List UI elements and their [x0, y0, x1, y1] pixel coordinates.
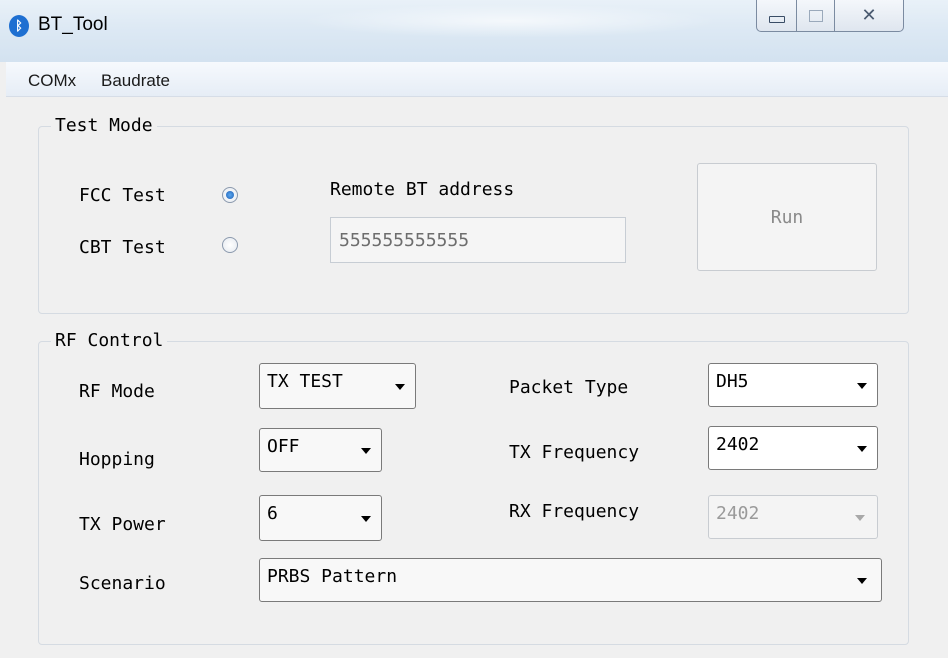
remote-bt-address-value: 555555555555 — [339, 229, 470, 251]
remote-bt-address-field[interactable]: 555555555555 — [330, 217, 626, 263]
close-button[interactable]: ✕ — [834, 0, 904, 32]
caption-buttons: ✕ — [756, 0, 941, 32]
tx-power-label: TX Power — [79, 514, 166, 535]
rx-frequency-select[interactable]: 2402 — [708, 495, 878, 539]
maximize-button[interactable] — [796, 0, 834, 32]
run-button[interactable]: Run — [697, 163, 877, 271]
minimize-icon — [768, 16, 785, 23]
rf-mode-value: TX TEST — [267, 371, 343, 392]
title-bar[interactable]: ᛒ BT_Tool ✕ — [0, 0, 948, 62]
tx-frequency-value: 2402 — [716, 434, 760, 455]
fcc-test-radio[interactable] — [222, 187, 238, 203]
remote-bt-address-label: Remote BT address — [330, 179, 515, 200]
bluetooth-icon: ᛒ — [9, 15, 29, 37]
close-icon: ✕ — [861, 5, 877, 26]
menu-bar: COMx Baudrate — [6, 62, 948, 97]
window-title: BT_Tool — [38, 14, 108, 35]
packet-type-label: Packet Type — [509, 377, 629, 398]
test-mode-title: Test Mode — [51, 115, 157, 136]
test-mode-group: Test Mode FCC Test CBT Test Remote BT ad… — [38, 115, 909, 314]
chevron-down-icon — [361, 516, 371, 522]
chevron-down-icon — [395, 384, 405, 390]
menu-comx[interactable]: COMx — [28, 71, 76, 91]
hopping-select[interactable]: OFF — [259, 428, 382, 472]
rx-frequency-value: 2402 — [716, 503, 760, 524]
scenario-label: Scenario — [79, 573, 166, 594]
tx-frequency-label: TX Frequency — [509, 442, 640, 463]
chevron-down-icon — [857, 446, 867, 452]
chevron-down-icon — [857, 383, 867, 389]
scenario-value: PRBS Pattern — [267, 566, 398, 587]
fcc-test-label: FCC Test — [79, 185, 166, 206]
packet-type-select[interactable]: DH5 — [708, 363, 878, 407]
chevron-down-icon — [855, 515, 865, 521]
chevron-down-icon — [857, 578, 867, 584]
tx-power-value: 6 — [267, 503, 278, 524]
rf-mode-label: RF Mode — [79, 381, 155, 402]
hopping-value: OFF — [267, 436, 300, 457]
cbt-test-radio[interactable] — [222, 237, 238, 253]
rf-control-title: RF Control — [51, 330, 168, 351]
chevron-down-icon — [361, 448, 371, 454]
cbt-test-label: CBT Test — [79, 237, 166, 258]
tx-frequency-select[interactable]: 2402 — [708, 426, 878, 470]
run-button-label: Run — [770, 206, 804, 228]
tx-power-select[interactable]: 6 — [259, 495, 382, 541]
title-bar-glow — [300, 4, 720, 38]
hopping-label: Hopping — [79, 449, 155, 470]
menu-baudrate[interactable]: Baudrate — [101, 71, 170, 91]
rx-frequency-label: RX Frequency — [509, 501, 640, 522]
minimize-button[interactable] — [756, 0, 796, 32]
maximize-icon — [808, 9, 823, 22]
packet-type-value: DH5 — [716, 371, 749, 392]
rf-mode-select[interactable]: TX TEST — [259, 363, 416, 409]
app-window: ᛒ BT_Tool ✕ COMx Baudrate Test Mode FCC … — [0, 0, 948, 658]
scenario-select[interactable]: PRBS Pattern — [259, 558, 882, 602]
rf-control-group: RF Control RF Mode TX TEST Hopping OFF T… — [38, 330, 909, 645]
